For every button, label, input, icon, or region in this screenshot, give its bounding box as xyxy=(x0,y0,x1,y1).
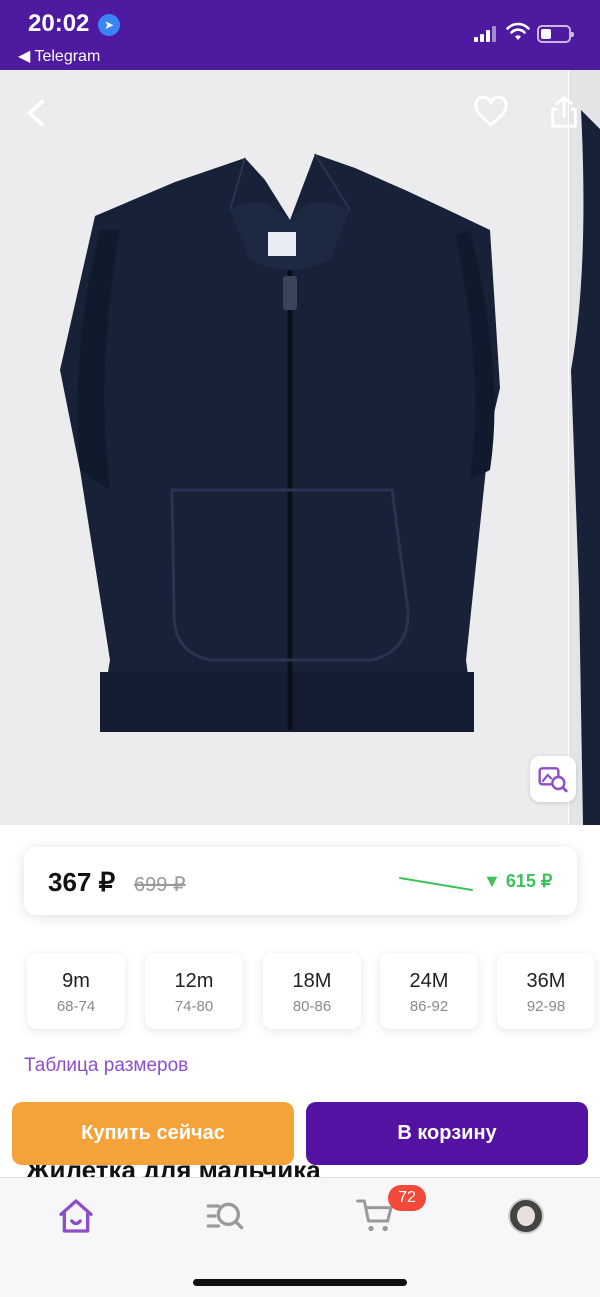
size-label: 18M xyxy=(292,970,332,992)
cart-count-badge: 72 xyxy=(388,1185,426,1211)
image-search-icon xyxy=(538,767,568,793)
product-gallery[interactable] xyxy=(0,70,600,825)
price-card[interactable]: 367 ₽ 699 ₽ ▼ 615 ₽ xyxy=(24,847,577,915)
size-table-link[interactable]: Таблица размеров xyxy=(24,1055,188,1077)
heart-outline-icon[interactable] xyxy=(473,95,509,131)
product-screen: 20:02 ➤ ◀ Telegram 367 ₽ 699 ₽ ▼ 615 ₽ 9… xyxy=(0,0,600,1297)
next-image-preview[interactable] xyxy=(568,70,600,825)
profile-avatar[interactable] xyxy=(508,1198,544,1234)
size-range: 92-98 xyxy=(526,998,566,1015)
size-range: 74-80 xyxy=(174,998,214,1015)
price-drop-value: ▼ 615 ₽ xyxy=(483,871,553,891)
wifi-icon xyxy=(506,22,530,40)
size-range: 80-86 xyxy=(292,998,332,1015)
home-indicator xyxy=(193,1279,407,1286)
location-arrow-icon: ➤ xyxy=(98,14,120,36)
buy-now-button[interactable]: Купить сейчас xyxy=(12,1102,294,1165)
current-price: 367 ₽ xyxy=(48,867,116,897)
size-range: 86-92 xyxy=(409,998,449,1015)
cellular-signal-icon xyxy=(474,26,498,42)
size-option[interactable]: 12m 74-80 xyxy=(145,953,243,1029)
size-label: 36M xyxy=(526,970,566,992)
size-label: 24M xyxy=(409,970,449,992)
search-list-icon[interactable] xyxy=(205,1196,245,1236)
home-icon[interactable] xyxy=(56,1196,96,1236)
add-to-cart-button[interactable]: В корзину xyxy=(306,1102,588,1165)
size-selector: 9m 68-74 12m 74-80 18M 80-86 24M 86-92 3… xyxy=(27,953,600,1029)
size-option[interactable]: 24M 86-92 xyxy=(380,953,478,1029)
back-to-telegram-link[interactable]: ◀ Telegram xyxy=(18,46,100,66)
share-icon[interactable] xyxy=(547,94,581,130)
next-product-image xyxy=(571,110,600,825)
price-history-graph xyxy=(399,877,473,891)
size-option[interactable]: 18M 80-86 xyxy=(263,953,361,1029)
status-time: 20:02 xyxy=(28,10,90,37)
size-range: 68-74 xyxy=(56,998,96,1015)
back-icon[interactable] xyxy=(22,98,52,128)
battery-icon xyxy=(537,25,574,43)
size-option[interactable]: 36M 92-98 xyxy=(497,953,595,1029)
product-image xyxy=(60,153,500,732)
status-bar: 20:02 ➤ ◀ Telegram xyxy=(0,0,600,70)
size-option[interactable]: 9m 68-74 xyxy=(27,953,125,1029)
size-label: 12m xyxy=(174,970,214,992)
size-label: 9m xyxy=(62,970,90,992)
old-price: 699 ₽ xyxy=(134,874,186,896)
image-search-button[interactable] xyxy=(530,756,576,802)
